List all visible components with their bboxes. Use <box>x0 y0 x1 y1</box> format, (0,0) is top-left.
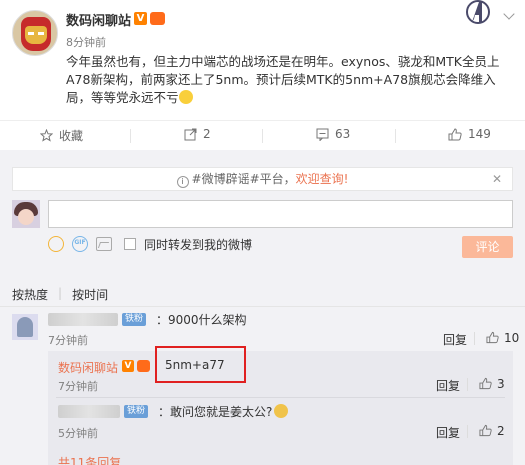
post-text: 今年虽然也有，但主力中端芯的战场还是在明年。exynos、骁龙和MTK全员上A7… <box>66 54 500 105</box>
ironman-eye-right <box>38 32 44 35</box>
image-icon[interactable] <box>96 237 112 251</box>
cat-emoji-icon <box>274 404 289 418</box>
comment-icon <box>316 128 329 141</box>
red-highlight-box <box>155 346 246 383</box>
vip-level-icon <box>137 360 150 372</box>
emoji-icon[interactable] <box>48 236 64 252</box>
gif-icon[interactable]: GIF <box>72 236 88 252</box>
post-action-bar: 收藏 2 63 149 <box>0 120 525 148</box>
commenter-name-redacted[interactable] <box>48 313 118 326</box>
action-divider <box>130 129 131 143</box>
sort-by-time-tab[interactable]: 按时间 <box>72 286 108 303</box>
like-button[interactable]: 149 <box>448 127 491 141</box>
reply-text-wrap: ：敢问您就是姜太公? <box>158 403 289 420</box>
commenter-avatar[interactable] <box>12 314 38 340</box>
comment-input[interactable] <box>48 200 513 228</box>
favorite-button[interactable]: 收藏 <box>40 127 83 144</box>
author-avatar[interactable] <box>12 10 58 56</box>
repost-count: 2 <box>203 127 211 141</box>
avengers-logo-icon <box>466 0 490 24</box>
fan-badge: 铁粉 <box>122 313 147 326</box>
reply-author[interactable]: 数码闲聊站 <box>58 359 118 376</box>
ironman-mask <box>25 26 47 44</box>
thumbs-up-icon[interactable] <box>479 424 492 437</box>
avatar-face <box>18 209 34 225</box>
action-divider <box>467 378 468 391</box>
reply-button[interactable]: 回复 <box>436 377 460 394</box>
submit-comment-button[interactable]: 评论 <box>462 236 513 258</box>
my-avatar[interactable] <box>12 200 40 228</box>
reply-text: ：敢问您就是姜太公? <box>158 405 273 419</box>
thumbs-up-icon[interactable] <box>486 331 499 344</box>
reply-time: 7分钟前 <box>58 380 98 393</box>
composer-toolbar: GIF 同时转发到我的微博 <box>48 234 252 254</box>
fan-badge: 铁粉 <box>124 405 149 418</box>
reply-time: 5分钟前 <box>58 427 98 440</box>
thumbs-up-icon <box>448 127 462 140</box>
repost-checkbox[interactable] <box>124 238 136 250</box>
more-replies-link[interactable]: 共11条回复 <box>58 454 121 465</box>
comment-sort-tabs: 按热度 | 按时间 <box>12 286 108 303</box>
close-icon[interactable]: ✕ <box>492 168 502 190</box>
notice-text: #微博辟谣#平台， <box>191 172 296 186</box>
vip-level-icon <box>150 12 165 25</box>
action-divider <box>467 425 468 438</box>
info-icon: i <box>176 176 189 188</box>
reply-button[interactable]: 回复 <box>436 424 460 441</box>
sort-divider-line <box>0 306 525 307</box>
reply-divider <box>56 397 505 398</box>
thumbs-up-icon[interactable] <box>479 377 492 390</box>
sort-by-hot-tab[interactable]: 按热度 <box>12 286 48 303</box>
comment-text: ：9000什么架构 <box>156 313 247 327</box>
repost-button[interactable]: 2 <box>184 127 211 141</box>
reply-like-count: 3 <box>497 377 505 391</box>
sort-divider: | <box>58 286 63 300</box>
repost-checkbox-label: 同时转发到我的微博 <box>144 237 253 252</box>
reply-like-count: 2 <box>497 424 505 438</box>
chevron-down-icon[interactable] <box>503 8 515 20</box>
post-content: 今年虽然也有，但主力中端芯的战场还是在明年。exynos、骁龙和MTK全员上A7… <box>66 53 514 107</box>
favorite-label: 收藏 <box>59 129 84 143</box>
comment-button[interactable]: 63 <box>316 127 350 141</box>
comment-count: 63 <box>335 127 351 141</box>
post-time[interactable]: 8分钟前 <box>66 34 106 50</box>
avatar-figure <box>17 317 33 337</box>
author-name[interactable]: 数码闲聊站 <box>66 10 131 29</box>
like-count: 149 <box>468 127 491 141</box>
reply-author-redacted[interactable] <box>58 405 120 418</box>
action-divider <box>262 129 263 143</box>
comment-time: 7分钟前 <box>48 334 88 347</box>
share-icon <box>184 128 197 140</box>
verified-badge: V <box>134 12 147 25</box>
smile-emoji-icon <box>178 90 193 104</box>
verified-badge: V <box>122 360 134 372</box>
action-divider <box>395 129 396 143</box>
notice-link[interactable]: 欢迎查询! <box>296 172 349 186</box>
star-icon <box>40 129 53 142</box>
ironman-eye-left <box>28 32 34 35</box>
action-divider <box>474 332 475 345</box>
reply-button[interactable]: 回复 <box>443 331 467 348</box>
comment-like-count: 10 <box>504 331 520 345</box>
rumor-notice-bar: i #微博辟谣#平台，欢迎查询! ✕ <box>12 167 513 191</box>
